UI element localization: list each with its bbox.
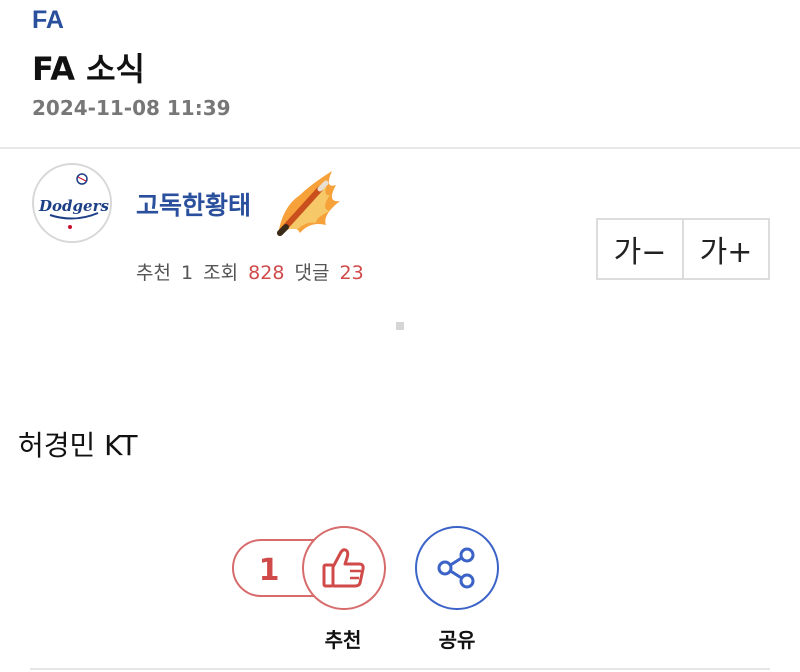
- avatar-text: Dodgers: [38, 197, 109, 215]
- like-circle[interactable]: [302, 526, 386, 610]
- like-button[interactable]: 1: [232, 526, 386, 610]
- views-label: 조회: [203, 262, 239, 284]
- avatar[interactable]: Dodgers: [32, 163, 112, 243]
- post-stats: 추천 1 조회 828 댓글 23: [136, 258, 368, 285]
- flaming-pen-icon: [277, 171, 340, 236]
- footer-divider: [30, 668, 770, 670]
- post-body: 허경민 KT: [18, 429, 138, 462]
- font-size-controls: 가− 가+: [596, 218, 770, 280]
- views-count: 828: [248, 262, 285, 284]
- share-label: 공유: [438, 628, 476, 652]
- post-date: 2024-11-08 11:39: [32, 96, 231, 120]
- author-badge: [270, 165, 346, 241]
- font-increase-button[interactable]: 가+: [682, 220, 768, 278]
- like-label: 추천: [324, 628, 362, 652]
- header-divider: [0, 147, 800, 149]
- page-title: FA 소식: [32, 50, 145, 88]
- post-category[interactable]: FA: [32, 6, 64, 35]
- comments-label: 댓글: [294, 262, 330, 284]
- comments-count[interactable]: 23: [340, 262, 364, 284]
- share-icon: [437, 547, 475, 589]
- recommend-label: 추천: [136, 262, 171, 284]
- font-decrease-button[interactable]: 가−: [598, 220, 682, 278]
- content-placeholder-dot: [396, 322, 404, 330]
- dodgers-logo-icon: Dodgers: [36, 167, 110, 241]
- share-button[interactable]: [415, 526, 499, 610]
- recommend-count: 1: [181, 262, 194, 284]
- author-name[interactable]: 고독한황태: [136, 186, 251, 222]
- thumbs-up-icon: [322, 548, 365, 588]
- like-count: 1: [258, 552, 280, 588]
